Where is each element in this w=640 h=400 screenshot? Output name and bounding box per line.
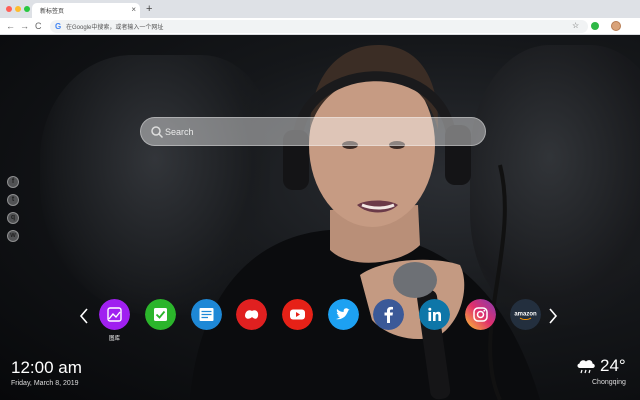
chevron-right-icon[interactable] [546,306,560,326]
extension-icon[interactable] [591,22,599,30]
forward-icon[interactable]: → [20,20,29,32]
background-photo [190,45,540,400]
linkedin-app[interactable] [419,299,450,330]
bookmark-star-icon[interactable]: ☆ [572,21,579,30]
google-icon: G [55,22,62,31]
linkedin-icon [419,299,450,330]
maximize-window-icon[interactable] [24,6,30,12]
address-placeholder: 在Google中搜索，或者输入一个网址 [66,25,164,31]
reload-icon[interactable]: C [35,20,42,32]
instagram-app[interactable] [465,299,496,330]
facebook-f-icon [373,299,404,330]
notes-app[interactable] [191,299,222,330]
back-icon[interactable]: ← [6,20,15,32]
browser-tab-bar: 新标签页 × + [0,0,640,18]
checklist-app[interactable] [145,299,176,330]
clock-date: Friday, March 8, 2019 [11,380,79,387]
qq-icon[interactable]: q [7,212,19,224]
twitter-bird-icon [328,299,359,330]
twitter-app[interactable] [328,299,359,330]
checklist-icon [145,299,176,330]
clock-time: 12:00 am [11,358,82,377]
close-window-icon[interactable] [6,6,12,12]
notes-icon [191,299,222,330]
youtube-app[interactable] [282,299,313,330]
close-tab-icon[interactable]: × [131,4,136,16]
amazon-app[interactable]: amazon [510,299,541,330]
cloud-rain-icon [577,360,595,374]
facebook-icon[interactable]: f [7,176,19,188]
amazon-logo-text: amazon [514,312,537,318]
weather-temperature: 24° [600,356,626,375]
games-app[interactable] [236,299,267,330]
browser-tab[interactable]: 新标签页 × [32,3,140,18]
minimize-window-icon[interactable] [15,6,21,12]
chevron-left-icon[interactable] [77,306,91,326]
gallery-app-label: 图库 [108,336,120,342]
image-icon [99,299,130,330]
profile-avatar[interactable] [611,21,621,31]
new-tab-button[interactable]: + [146,2,152,16]
search-input[interactable] [165,123,465,141]
search-bar[interactable] [140,117,486,146]
new-tab-page: f t q w 图库 [0,35,640,400]
address-bar[interactable]: G 在Google中搜索，或者输入一个网址 [50,20,588,33]
gallery-app[interactable] [99,299,130,330]
youtube-icon [282,299,313,330]
gamepad-icon [236,299,267,330]
facebook-app[interactable] [373,299,404,330]
instagram-icon [465,299,496,330]
weather-city: Chongqing [592,379,626,386]
twitter-icon[interactable]: t [7,194,19,206]
amazon-icon: amazon [510,299,541,330]
wechat-icon[interactable]: w [7,230,19,242]
search-icon [151,126,164,139]
browser-toolbar: ← → C G 在Google中搜索，或者输入一个网址 ☆ ⋮ [0,18,640,48]
tab-title: 新标签页 [40,9,65,15]
